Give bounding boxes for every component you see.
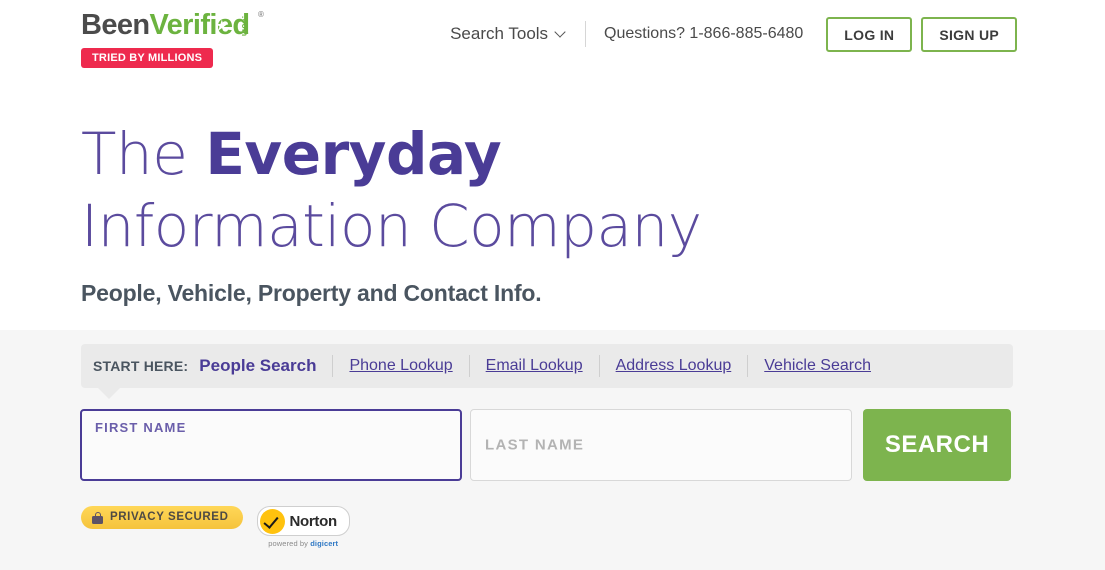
- hero-section: The Everyday Information Company People,…: [81, 118, 981, 307]
- headline-part-1: The: [81, 120, 206, 188]
- privacy-secured-label: PRIVACY SECURED: [110, 510, 229, 523]
- tab-address-lookup[interactable]: Address Lookup: [614, 357, 734, 375]
- tab-separator: [332, 355, 334, 377]
- nav-divider: [585, 21, 587, 47]
- tab-email-lookup[interactable]: Email Lookup: [484, 357, 585, 375]
- search-tools-label: Search Tools: [450, 24, 549, 43]
- chevron-down-icon: [556, 27, 567, 38]
- log-in-button[interactable]: LOG IN: [826, 16, 913, 52]
- search-type-tabbar: START HERE: People Search Phone Lookup E…: [81, 344, 1013, 399]
- headline-emphasis: Everyday: [205, 120, 502, 188]
- tab-separator: [468, 355, 470, 377]
- logo-wordmark: BeenVerified ★ .com ®: [81, 9, 264, 41]
- page-subtitle: People, Vehicle, Property and Contact In…: [81, 280, 542, 306]
- start-here-label: START HERE:: [93, 358, 189, 374]
- logo-verified-text: Verified: [149, 9, 251, 41]
- digicert-label: digicert: [310, 539, 339, 548]
- sign-up-button[interactable]: SIGN UP: [921, 16, 1017, 52]
- search-button[interactable]: SEARCH: [863, 409, 1011, 481]
- lock-icon: [92, 511, 103, 524]
- tried-by-millions-badge: TRIED BY MILLIONS: [81, 48, 214, 68]
- tab-people-search[interactable]: People Search: [197, 356, 318, 376]
- registered-trademark-icon: ®: [258, 10, 264, 19]
- privacy-secured-badge: PRIVACY SECURED: [81, 506, 243, 529]
- norton-powered-by: powered by digicert: [257, 539, 350, 548]
- tab-separator: [747, 355, 749, 377]
- logo-been-text: Been: [81, 9, 150, 41]
- last-name-input[interactable]: [471, 410, 851, 480]
- people-search-form: FIRST NAME LAST NAME SEARCH: [80, 409, 1015, 481]
- search-tools-menu[interactable]: Search Tools: [450, 24, 585, 44]
- trust-badges: PRIVACY SECURED Norton powered by digice…: [81, 506, 350, 548]
- headline-part-2: Information Company: [81, 192, 702, 260]
- norton-badge: Norton powered by digicert: [256, 506, 350, 548]
- norton-seal: Norton: [256, 506, 350, 536]
- search-type-tabbar-wrap: START HERE: People Search Phone Lookup E…: [81, 344, 1013, 399]
- first-name-input[interactable]: [82, 411, 460, 479]
- site-header: BeenVerified ★ .com ® TRIED BY MILLIONS …: [0, 0, 1105, 78]
- header-nav: Search Tools Questions? 1-866-885-6480 L…: [450, 15, 1017, 53]
- last-name-field-wrap[interactable]: LAST NAME: [470, 409, 852, 481]
- site-logo[interactable]: BeenVerified ★ .com ® TRIED BY MILLIONS: [81, 9, 264, 68]
- tab-vehicle-search[interactable]: Vehicle Search: [762, 357, 873, 375]
- tab-phone-lookup[interactable]: Phone Lookup: [347, 357, 454, 375]
- logo-dotcom-text: .com: [240, 16, 249, 37]
- norton-label: Norton: [289, 512, 338, 530]
- page-title: The Everyday Information Company: [81, 118, 781, 262]
- norton-powered-by-prefix: powered by: [268, 539, 311, 548]
- checkmark-icon: [259, 508, 285, 534]
- page-root: BeenVerified ★ .com ® TRIED BY MILLIONS …: [0, 0, 1105, 570]
- questions-phone: Questions? 1-866-885-6480: [604, 25, 804, 42]
- tab-separator: [598, 355, 600, 377]
- first-name-field-wrap[interactable]: FIRST NAME: [80, 409, 462, 481]
